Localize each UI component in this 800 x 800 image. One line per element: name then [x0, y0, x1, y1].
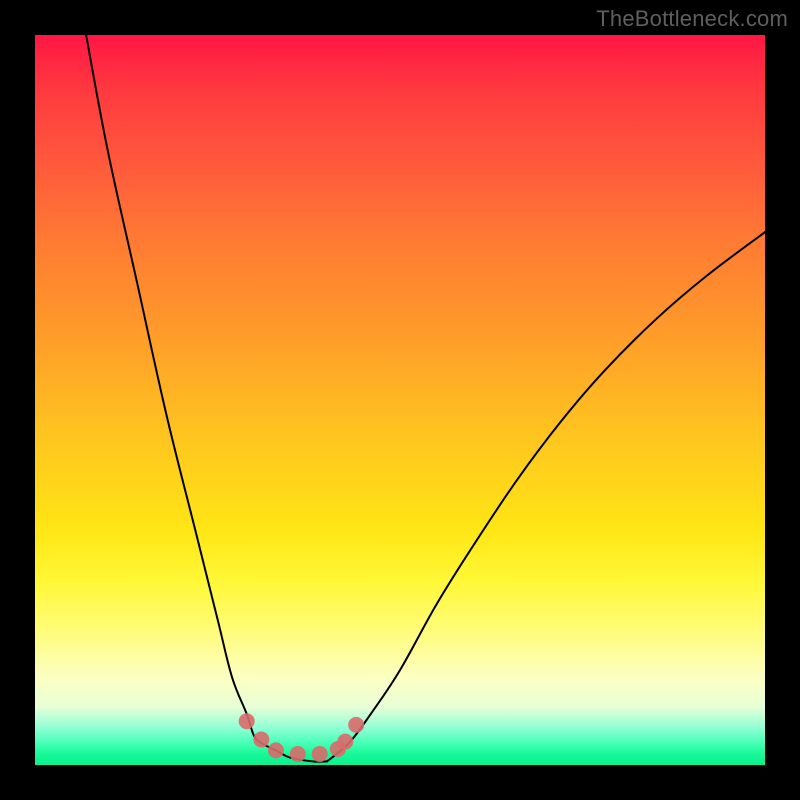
chart-container: TheBottleneck.com	[0, 0, 800, 800]
watermark-text: TheBottleneck.com	[596, 6, 788, 32]
chart-line-right-curve	[327, 232, 765, 761]
chart-marker	[290, 746, 306, 762]
marker-series	[239, 713, 365, 762]
line-series	[86, 35, 765, 762]
chart-marker	[239, 713, 255, 729]
chart-marker	[348, 717, 364, 733]
chart-svg	[35, 35, 765, 765]
plot-area	[35, 35, 765, 765]
chart-marker	[253, 731, 269, 747]
chart-marker	[268, 742, 284, 758]
chart-marker	[337, 734, 353, 750]
chart-line-left-curve	[86, 35, 327, 762]
chart-marker	[312, 746, 328, 762]
